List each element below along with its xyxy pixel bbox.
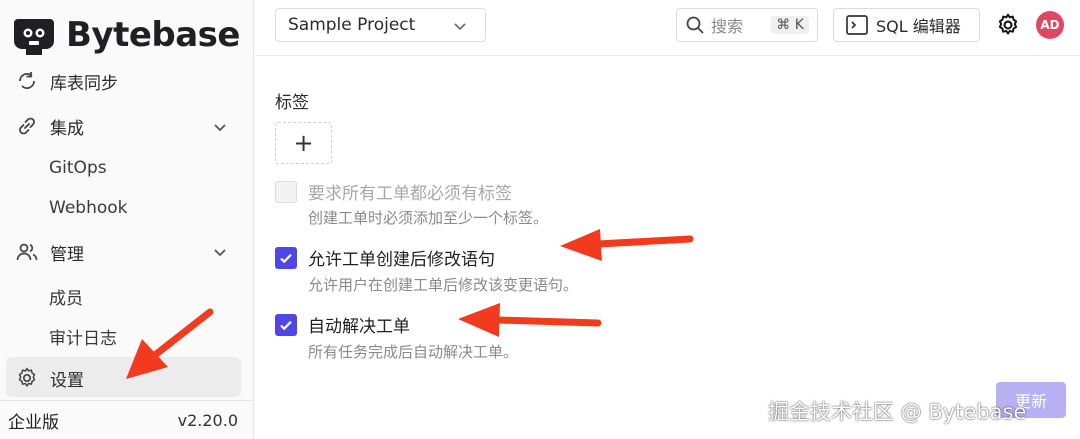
sidebar-item-label: 库表同步 [50,73,118,94]
version-label: v2.20.0 [177,410,238,430]
sidebar-item-integration[interactable]: 集成 [14,113,84,139]
chevron-down-icon[interactable] [210,117,230,137]
sidebar-item-audit-log[interactable]: 审计日志 [49,324,117,349]
project-select-value: Sample Project [288,15,416,35]
option-description: 所有任务完成后自动解决工单。 [308,343,519,361]
sql-editor-label: SQL 编辑器 [876,17,961,36]
sidebar-item-webhook[interactable]: Webhook [49,198,127,218]
link-icon [14,113,40,139]
arrow-to-auto-resolve [458,303,602,337]
sync-icon [14,68,40,94]
sidebar-item-label: 设置 [50,370,84,391]
option-allow-modify-statement[interactable]: 允许工单创建后修改语句 [275,245,495,270]
sql-editor-button[interactable]: SQL 编辑器 [833,8,980,42]
sidebar-item-gitops[interactable]: GitOps [49,158,107,178]
bytebase-logo-icon [14,19,54,55]
chevron-down-icon [454,23,466,31]
option-description: 允许用户在创建工单后修改该变更语句。 [308,276,579,294]
edition-label: 企业版 [8,412,59,433]
option-label: 自动解决工单 [308,317,410,337]
option-label: 允许工单创建后修改语句 [308,250,495,270]
sidebar-item-label: 集成 [50,118,84,139]
sidebar-footer: 企业版 v2.20.0 [0,400,254,439]
checkbox-checked[interactable] [275,246,297,269]
search-icon [686,16,704,34]
search-placeholder: 搜索 [711,17,744,36]
top-bar: Sample Project 搜索 ⌘ K SQL 编辑器 AD [255,0,1080,56]
checkbox-checked[interactable] [275,313,297,336]
brand-logo[interactable]: Bytebase [12,12,240,58]
tags-section-label: 标签 [275,93,309,113]
terminal-icon [846,15,868,35]
check-icon [280,253,292,263]
option-require-labels[interactable]: 要求所有工单都必须有标签 [275,179,512,204]
brand-name: Bytebase [66,15,240,55]
search-shortcut: ⌘ K [771,16,809,34]
gear-icon[interactable] [995,12,1021,38]
gear-icon [14,365,40,391]
check-icon [280,320,292,330]
sidebar-item-settings[interactable]: 设置 [14,365,84,391]
option-description: 创建工单时必须添加至少一个标签。 [308,209,549,227]
option-label: 要求所有工单都必须有标签 [308,184,512,204]
users-icon [14,239,40,265]
arrow-to-allow-modify [560,229,694,261]
sidebar-item-label: 管理 [50,244,84,265]
watermark: 掘金技术社区 @ Bytebase [768,400,1027,424]
search-input[interactable]: 搜索 ⌘ K [676,8,818,42]
chevron-down-icon[interactable] [210,242,230,262]
sidebar-item-members[interactable]: 成员 [49,284,83,309]
checkbox-unchecked[interactable] [275,180,297,203]
avatar[interactable]: AD [1036,11,1064,39]
sidebar-item-sync[interactable]: 库表同步 [14,68,118,94]
option-auto-resolve-issue[interactable]: 自动解决工单 [275,312,410,337]
sidebar-item-admin[interactable]: 管理 [14,239,84,265]
add-tag-button[interactable]: + [275,122,332,164]
project-select[interactable]: Sample Project [275,8,486,42]
sidebar: Bytebase 库表同步 集成 GitOps Webhook 管理 成员 审计… [0,0,254,439]
